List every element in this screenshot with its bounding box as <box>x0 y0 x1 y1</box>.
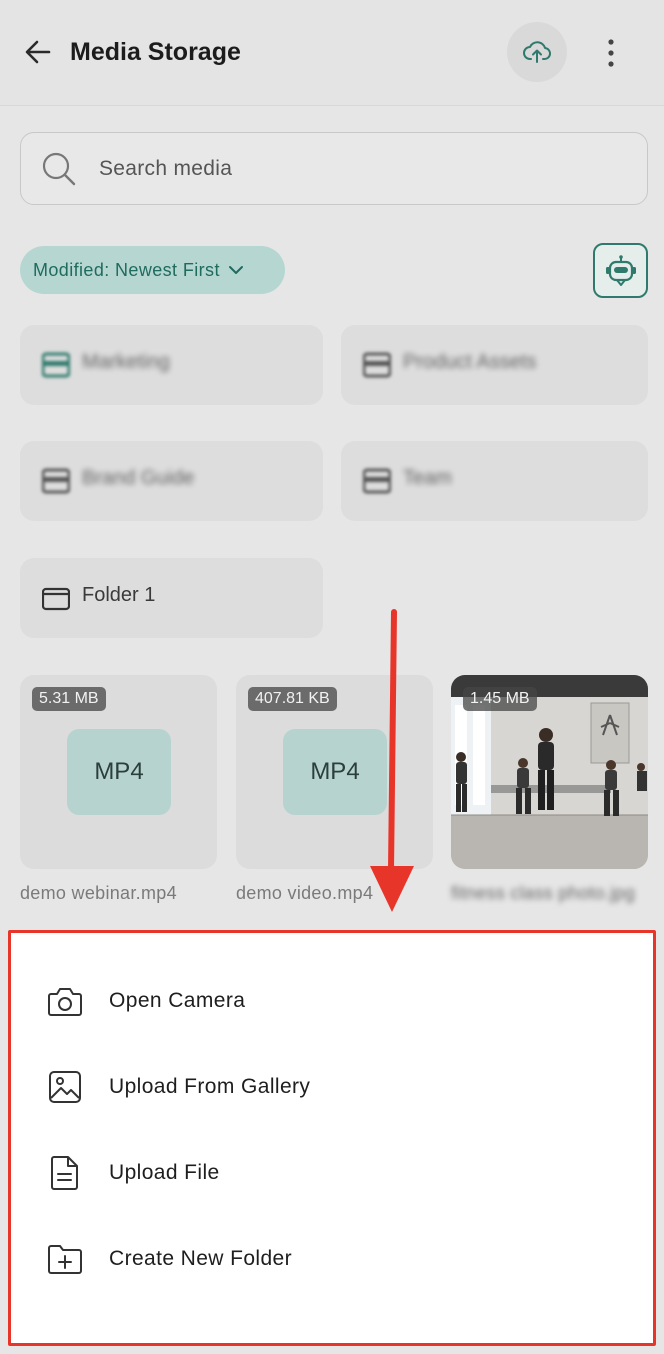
folder-name: Brand Guide <box>82 467 195 489</box>
robot-icon <box>605 254 636 286</box>
folder-card[interactable]: Folder 1 <box>20 558 323 638</box>
create-new-folder-option[interactable]: Create New Folder <box>45 1234 292 1284</box>
option-label: Create New Folder <box>109 1247 293 1270</box>
image-icon <box>45 1067 85 1107</box>
folder-card[interactable]: Brand Guide <box>20 441 323 521</box>
upload-options-sheet: Open Camera Upload From Gallery Upload F… <box>8 930 656 1346</box>
folder-card[interactable]: Product Assets <box>341 325 648 405</box>
search-input[interactable] <box>99 149 619 189</box>
upload-file-option[interactable]: Upload File <box>45 1148 220 1198</box>
arrow-left-icon <box>25 40 51 64</box>
app-header: Media Storage <box>0 0 664 106</box>
sort-dropdown[interactable]: Modified: Newest First <box>20 246 285 294</box>
more-options-button[interactable] <box>596 34 626 72</box>
camera-icon <box>45 981 85 1021</box>
folder-icon <box>363 468 391 494</box>
folder-card[interactable]: Team <box>341 441 648 521</box>
more-vertical-icon <box>608 39 614 67</box>
cloud-upload-button[interactable] <box>507 22 567 82</box>
media-card[interactable]: 1.45 MB <box>451 675 648 869</box>
chevron-down-icon <box>228 264 244 276</box>
file-icon <box>45 1153 85 1193</box>
folder-name: Product Assets <box>403 351 537 373</box>
file-size-badge: 5.31 MB <box>32 687 106 711</box>
folder-icon <box>42 468 70 494</box>
folder-name: Team <box>403 467 452 489</box>
folder-plus-icon <box>45 1239 85 1279</box>
file-size-badge: 1.45 MB <box>463 687 537 711</box>
sort-label: Modified: Newest First <box>33 259 220 280</box>
folder-icon <box>42 587 70 611</box>
page-title: Media Storage <box>70 38 241 66</box>
upload-from-gallery-option[interactable]: Upload From Gallery <box>45 1062 310 1112</box>
file-size-badge: 407.81 KB <box>248 687 337 711</box>
media-name: demo webinar.mp4 <box>20 883 177 903</box>
folder-icon <box>42 352 70 378</box>
media-name: fitness class photo.jpg <box>451 883 635 903</box>
back-button[interactable] <box>20 34 56 70</box>
media-card[interactable]: 5.31 MB MP4 <box>20 675 217 869</box>
file-type-tile: MP4 <box>67 729 171 815</box>
search-icon <box>42 152 76 186</box>
folder-name: Marketing <box>82 351 170 373</box>
option-label: Upload File <box>109 1161 220 1184</box>
annotation-arrow <box>370 609 414 912</box>
option-label: Upload From Gallery <box>109 1075 311 1098</box>
search-bar[interactable] <box>20 132 648 205</box>
ai-assistant-button[interactable] <box>593 243 648 298</box>
folder-card[interactable]: Marketing <box>20 325 323 405</box>
folder-icon <box>363 352 391 378</box>
option-label: Open Camera <box>109 989 246 1012</box>
cloud-upload-icon <box>523 41 551 63</box>
folder-name: Folder 1 <box>82 584 156 606</box>
media-name: demo video.mp4 <box>236 883 374 903</box>
open-camera-option[interactable]: Open Camera <box>45 976 245 1026</box>
